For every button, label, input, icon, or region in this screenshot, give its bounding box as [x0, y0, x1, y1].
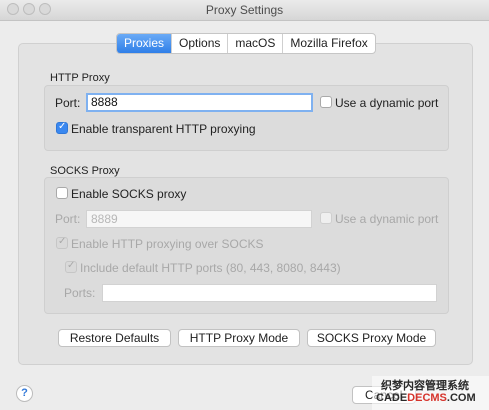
watermark-suffix: .COM	[446, 392, 476, 404]
proxy-settings-window: Proxy Settings Proxies Options macOS Moz…	[0, 0, 489, 410]
enable-socks-label: Enable SOCKS proxy	[71, 187, 187, 201]
transparent-http-label: Enable transparent HTTP proxying	[71, 122, 256, 136]
help-button[interactable]: ?	[16, 385, 33, 402]
http-dynamic-port-label: Use a dynamic port	[335, 96, 439, 110]
tab-bar: Proxies Options macOS Mozilla Firefox	[116, 33, 376, 54]
socks-ports-input[interactable]	[102, 284, 437, 302]
socks-dynamic-port-checkbox[interactable]	[320, 212, 332, 224]
socks-port-label: Port:	[55, 212, 81, 226]
tab-options[interactable]: Options	[171, 34, 227, 53]
tab-mozilla-firefox[interactable]: Mozilla Firefox	[282, 34, 374, 53]
watermark-text-line1: 织梦内容管理系统	[381, 380, 469, 392]
http-dynamic-port-checkbox[interactable]	[320, 96, 332, 108]
socks-proxy-group-title: SOCKS Proxy	[50, 165, 120, 177]
http-proxy-mode-button[interactable]: HTTP Proxy Mode	[178, 329, 300, 347]
tab-macos[interactable]: macOS	[227, 34, 282, 53]
watermark-accent: DECMS	[407, 392, 447, 404]
watermark-text-line2: CADEDECMS.COM	[376, 392, 476, 404]
socks-port-placeholder: 8889	[91, 212, 118, 226]
socks-proxy-mode-button[interactable]: SOCKS Proxy Mode	[307, 329, 436, 347]
socks-ports-label: Ports:	[64, 286, 96, 300]
http-port-value: 8888	[91, 95, 118, 109]
http-port-input[interactable]: 8888	[86, 93, 313, 112]
http-proxy-group-title: HTTP Proxy	[50, 72, 110, 84]
socks-dynamic-port-label: Use a dynamic port	[335, 212, 439, 226]
include-default-ports-label: Include default HTTP ports (80, 443, 808…	[80, 261, 341, 275]
title-bar: Proxy Settings	[0, 0, 489, 21]
enable-socks-checkbox[interactable]	[56, 187, 68, 199]
transparent-http-checkbox[interactable]	[56, 121, 68, 134]
watermark-prefix: CADE	[376, 392, 408, 404]
question-mark-icon: ?	[21, 387, 28, 399]
include-default-ports-checkbox[interactable]	[65, 260, 77, 273]
restore-defaults-button[interactable]: Restore Defaults	[58, 329, 171, 347]
http-port-label: Port:	[55, 96, 81, 110]
socks-port-input[interactable]: 8889	[86, 210, 312, 228]
tab-proxies[interactable]: Proxies	[117, 34, 172, 53]
http-over-socks-checkbox[interactable]	[56, 236, 68, 249]
window-title: Proxy Settings	[205, 3, 284, 17]
http-over-socks-label: Enable HTTP proxying over SOCKS	[71, 237, 264, 251]
